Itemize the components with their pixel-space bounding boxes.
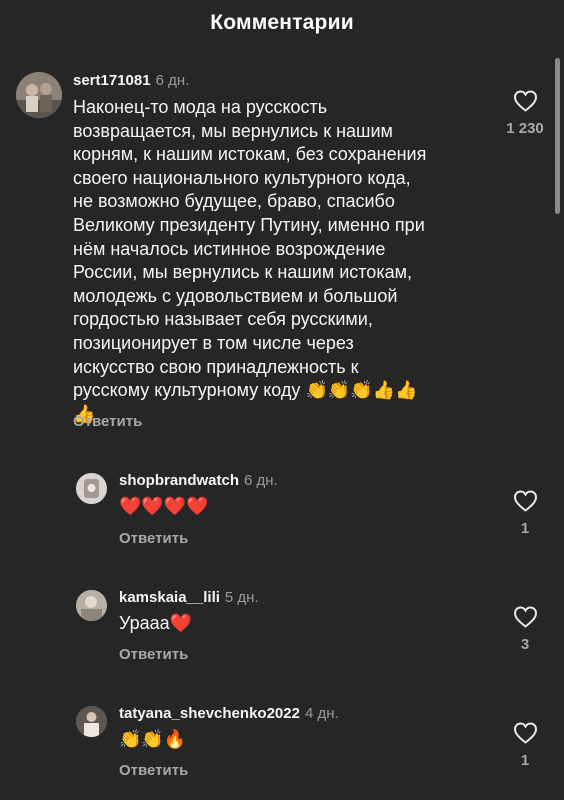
- avatar[interactable]: [16, 72, 62, 118]
- comment-text: 👏👏🔥: [119, 728, 479, 752]
- comment-body: Наконец-то мода на русскость возвращаетс…: [73, 97, 427, 401]
- comment-body: Урааа: [119, 613, 170, 633]
- like-control: 1 230: [495, 90, 555, 137]
- timestamp: 6 дн.: [244, 472, 278, 489]
- scrollbar[interactable]: [555, 58, 560, 214]
- like-control: 3: [495, 606, 555, 653]
- comment-text: ❤️❤️❤️❤️: [119, 495, 479, 519]
- comment-text: Урааа❤️: [119, 612, 479, 636]
- comments-header: Комментарии: [0, 0, 564, 46]
- clap-emoji-icon: 👏👏: [119, 729, 164, 750]
- username[interactable]: sert171081: [73, 72, 151, 89]
- timestamp: 4 дн.: [304, 705, 339, 722]
- avatar[interactable]: [76, 473, 107, 504]
- timestamp: 6 дн.: [155, 72, 190, 89]
- heart-outline-icon[interactable]: [513, 490, 538, 512]
- like-count: 1: [520, 520, 530, 537]
- red-heart-emoji-icon: ❤️: [169, 613, 193, 634]
- like-control: 1: [495, 490, 555, 537]
- heart-outline-icon[interactable]: [513, 606, 538, 628]
- username[interactable]: shopbrandwatch: [119, 472, 239, 489]
- like-count: 1 230: [506, 120, 544, 137]
- username[interactable]: tatyana_shevchenko2022: [119, 705, 300, 722]
- clap-emoji-icon: 👏👏👏: [305, 380, 373, 402]
- reply-button[interactable]: Ответить: [73, 413, 142, 430]
- comment-meta: tatyana_shevchenko2022 4 дн.: [119, 705, 339, 722]
- like-count: 3: [520, 636, 530, 653]
- heart-outline-icon[interactable]: [513, 90, 538, 112]
- red-heart-emoji-icon: ❤️❤️❤️❤️: [119, 496, 209, 517]
- timestamp: 5 дн.: [224, 589, 259, 606]
- avatar[interactable]: [76, 590, 107, 621]
- comment-meta: kamskaia__lili 5 дн.: [119, 589, 259, 606]
- reply-button[interactable]: Ответить: [119, 530, 188, 547]
- fire-emoji-icon: 🔥: [163, 729, 187, 750]
- page-title: Комментарии: [210, 11, 354, 34]
- comment-meta: sert171081 6 дн.: [73, 72, 189, 89]
- heart-outline-icon[interactable]: [513, 722, 538, 744]
- reply-button[interactable]: Ответить: [119, 762, 188, 779]
- comment-meta: shopbrandwatch 6 дн.: [119, 472, 278, 489]
- thumbs-up-emoji-icon: 👍👍: [372, 380, 418, 402]
- like-count: 1: [520, 752, 530, 769]
- username[interactable]: kamskaia__lili: [119, 589, 220, 606]
- reply-button[interactable]: Ответить: [119, 646, 188, 663]
- comment-text: Наконец-то мода на русскость возвращаетс…: [73, 96, 513, 426]
- like-control: 1: [495, 722, 555, 769]
- avatar[interactable]: [76, 706, 107, 737]
